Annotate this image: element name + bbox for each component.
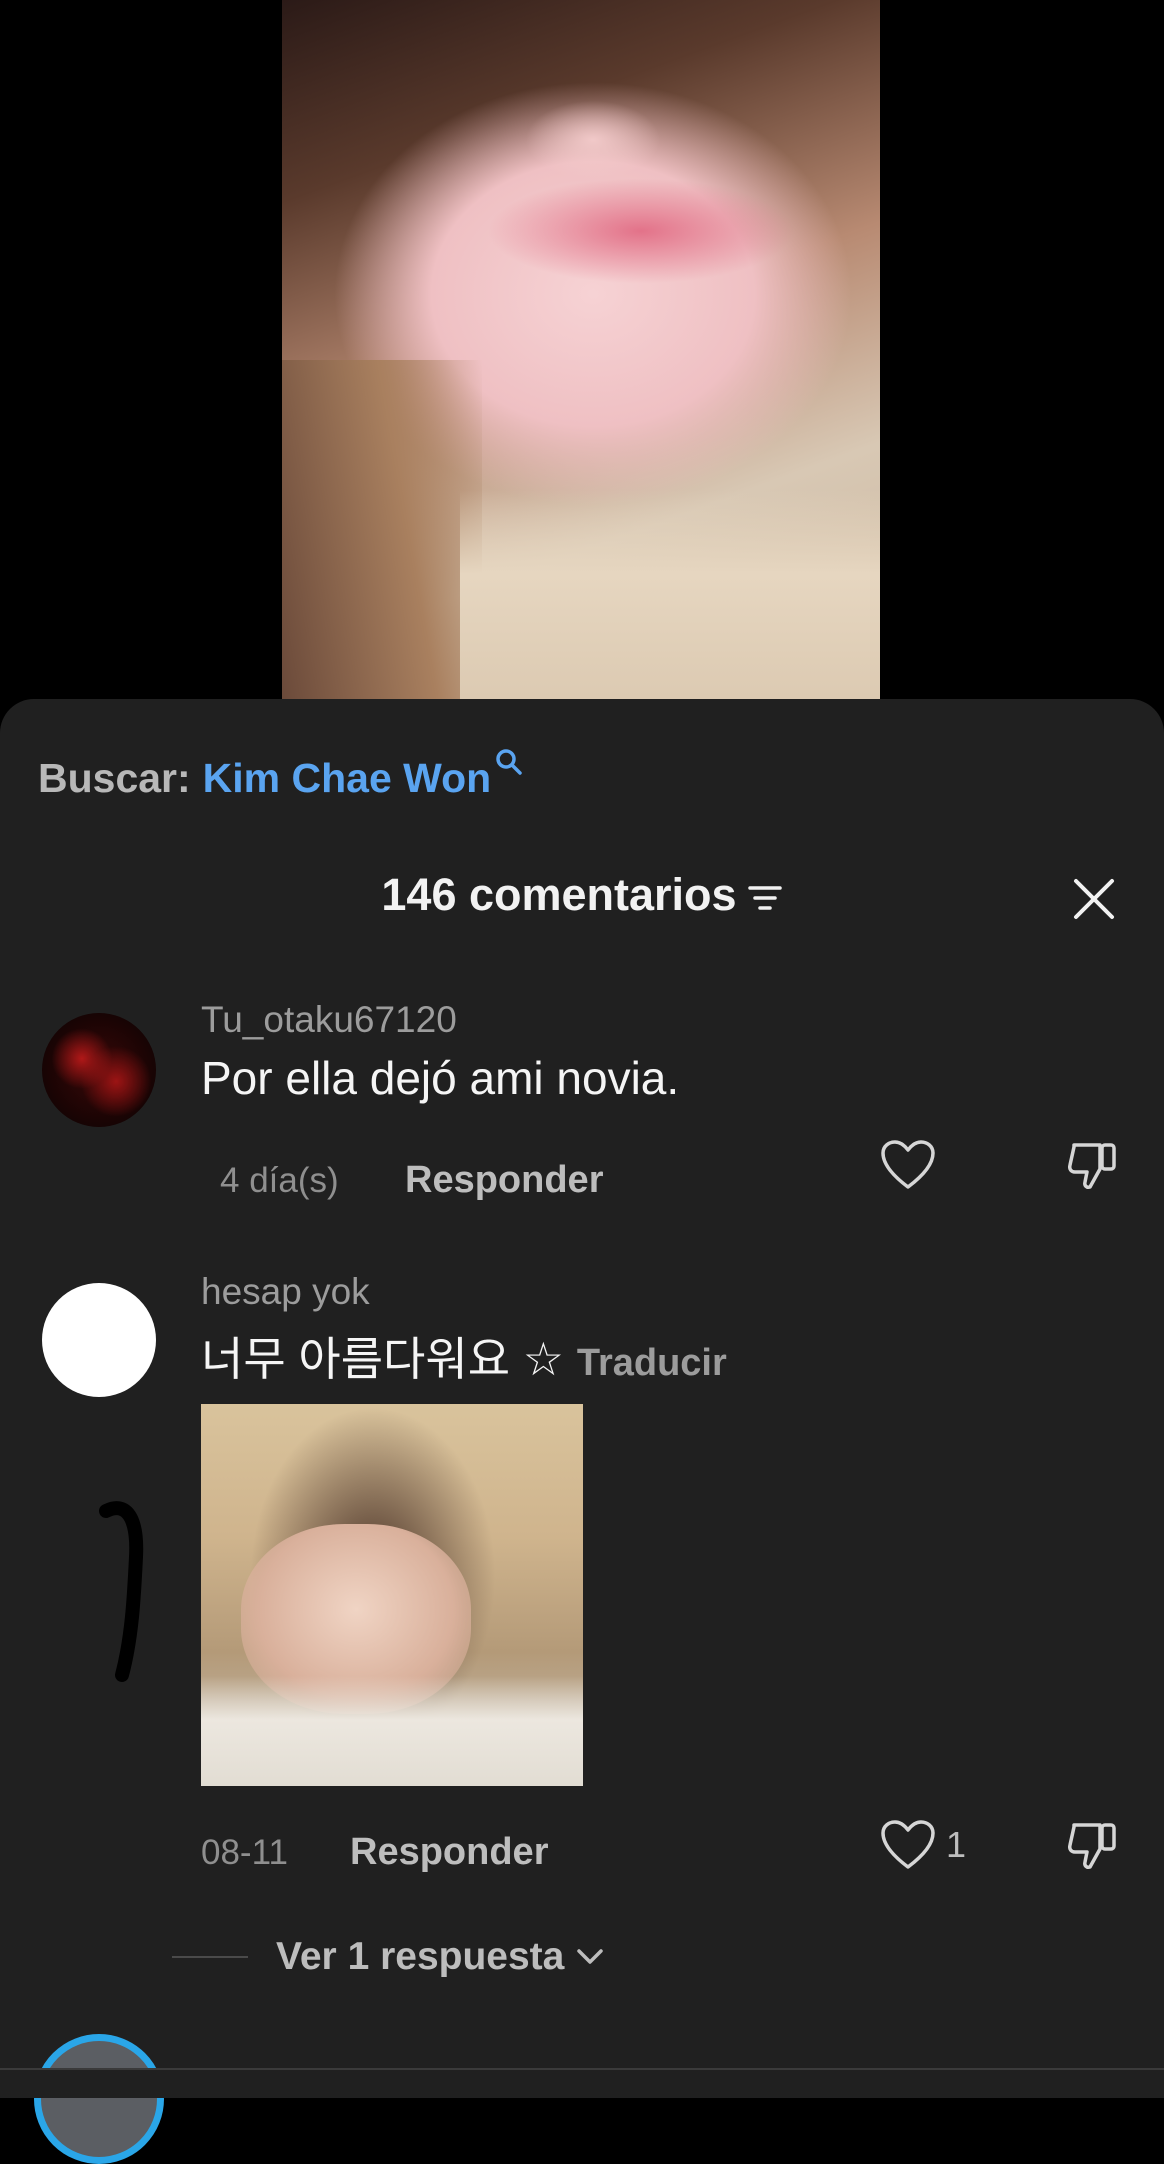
search-label: Buscar: — [38, 755, 191, 801]
view-replies-button[interactable]: Ver 1 respuesta — [172, 1935, 604, 1979]
comment-username[interactable]: hesap yok — [201, 1271, 370, 1313]
search-icon — [496, 749, 522, 775]
comment-text-body: 너무 아름다워요 ☆ — [201, 1333, 565, 1385]
comment-date: 4 día(s) — [220, 1161, 339, 1200]
like-button[interactable]: 1 — [880, 1819, 966, 1871]
comment-image[interactable] — [201, 1404, 583, 1786]
like-button[interactable] — [880, 1139, 946, 1191]
comment-date: 08-11 — [201, 1833, 288, 1872]
dislike-icon[interactable] — [1066, 1139, 1120, 1193]
comment-text: Por ella dejó ami novia. — [201, 1052, 680, 1104]
avatar[interactable] — [34, 2034, 164, 2164]
search-query-link[interactable]: Kim Chae Won — [203, 755, 492, 802]
divider-line — [172, 1956, 248, 1958]
reply-button[interactable]: Responder — [350, 1831, 548, 1874]
avatar[interactable] — [42, 1283, 156, 1397]
video-hair-region — [282, 360, 482, 700]
scribble-mark — [99, 1501, 144, 1682]
comment-image-sweater — [201, 1676, 583, 1786]
comments-header: 146 comentarios — [0, 869, 1164, 921]
comment-text: 너무 아름다워요 ☆ Traducir — [201, 1323, 727, 1389]
comments-count-title: 146 comentarios — [381, 869, 737, 920]
video-preview[interactable] — [282, 0, 880, 700]
heart-icon — [881, 1820, 935, 1869]
avatar[interactable] — [42, 1013, 156, 1127]
heart-icon — [881, 1140, 935, 1189]
dislike-icon[interactable] — [1066, 1819, 1120, 1873]
comment-username[interactable]: Tu_otaku67120 — [201, 999, 457, 1041]
video-background-wall — [460, 490, 880, 700]
chevron-down-icon — [577, 1949, 604, 1964]
translate-button[interactable]: Traducir — [577, 1342, 727, 1384]
reply-button[interactable]: Responder — [405, 1159, 603, 1202]
search-suggestion[interactable]: Buscar: Kim Chae Won — [38, 749, 524, 802]
view-replies-label: Ver 1 respuesta — [276, 1935, 565, 1978]
comment-input-bar[interactable] — [0, 2068, 1164, 2098]
sort-filter-icon[interactable] — [747, 883, 783, 913]
like-count: 1 — [946, 1824, 967, 1865]
close-icon[interactable] — [1072, 877, 1116, 921]
comments-sheet: Buscar: Kim Chae Won 146 comentarios Tu_… — [0, 699, 1164, 2096]
